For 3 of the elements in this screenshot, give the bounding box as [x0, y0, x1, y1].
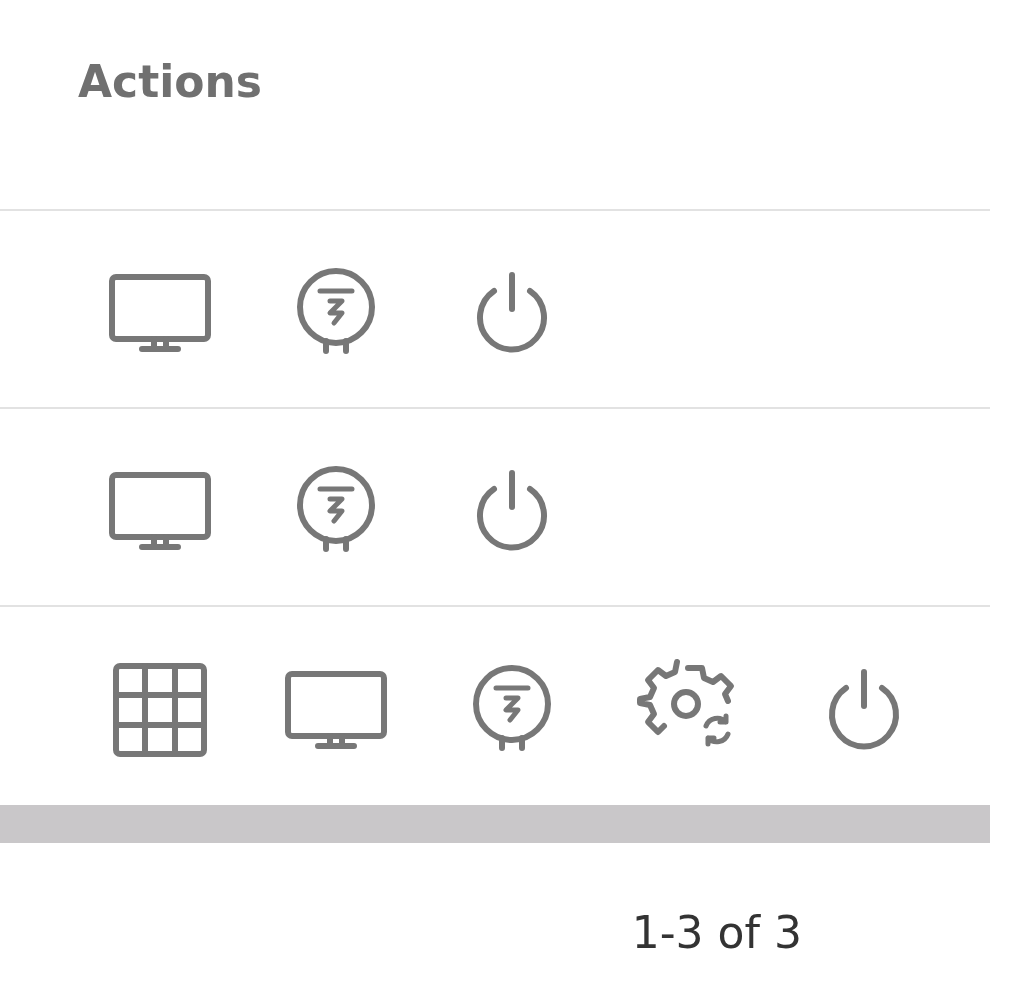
- pagination-range: 1-3 of 3: [631, 907, 802, 958]
- column-header: Actions: [78, 56, 262, 107]
- horizontal-scrollbar[interactable]: [0, 805, 990, 843]
